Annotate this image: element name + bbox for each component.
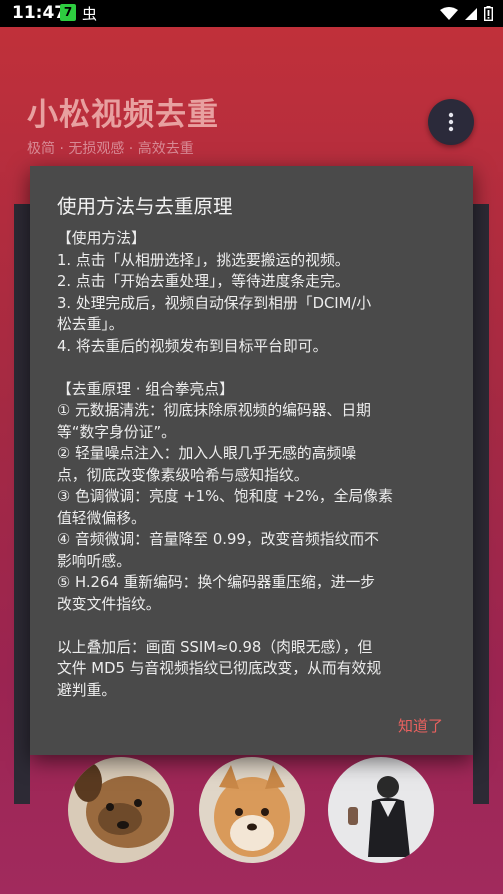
dialog-text-line: 2. 点击「开始去重处理」，等待进度条走完。 (57, 273, 350, 290)
status-bar: 11:47 7 虫 (0, 0, 503, 27)
status-icons (440, 6, 493, 21)
dialog-body: 【使用方法】 1. 点击「从相册选择」，挑选要搬运的视频。 2. 点击「开始去重处理… (57, 228, 449, 701)
person-photo-icon (328, 757, 434, 863)
more-vertical-icon (448, 112, 454, 132)
shiba-photo-icon (199, 757, 305, 863)
thumbnail-dog-2[interactable] (199, 757, 305, 863)
dog-photo-icon (68, 757, 174, 863)
dialog-text-line: 4. 将去重后的视频发布到目标平台即可。 (57, 337, 328, 355)
notification-glyph-icon: 虫 (82, 5, 98, 23)
notification-app-icon: 7 (60, 4, 76, 21)
dialog-text-line: 影响听感。 (57, 552, 131, 570)
dialog-spacer (57, 615, 449, 637)
dialog-text-line: 避判重。 (57, 681, 117, 699)
dialog-text-line: 等“数字身份证”。 (57, 423, 176, 441)
info-dialog: 使用方法与去重原理 【使用方法】 1. 点击「从相册选择」，挑选要搬运的视频。 2.… (30, 166, 473, 755)
more-options-button[interactable] (428, 99, 474, 145)
dialog-text-line: 松去重」。 (57, 316, 124, 333)
dialog-text-line: ③ 色调微调：亮度 +1%、饱和度 +2%，全局像素 (57, 488, 393, 505)
dialog-title: 使用方法与去重原理 (57, 195, 233, 218)
signal-icon (465, 7, 477, 20)
wifi-icon (440, 6, 458, 20)
dialog-text-line: ① 元数据清洗：彻底抹除原视频的编码器、日期 (57, 402, 371, 419)
app-subtitle: 极简 · 无损观感 · 高效去重 (27, 141, 194, 157)
dialog-text-line: 1. 点击「从相册选择」，挑选要搬运的视频。 (57, 251, 350, 269)
ok-button[interactable]: 知道了 (398, 715, 443, 736)
dialog-text-line: 点，彻底改变像素级哈希与感知指纹。 (57, 466, 309, 484)
dialog-text-line: 文件 MD5 与音视频指纹已彻底改变，从而有效规 (57, 660, 382, 677)
thumbnail-dog-1[interactable] (68, 757, 174, 863)
card-left-edge (14, 204, 30, 804)
dialog-text-line: ② 轻量噪点注入：加入人眼几乎无感的高频噪 (57, 445, 357, 462)
app-title: 小松视频去重 (27, 97, 219, 133)
thumbnail-person[interactable] (328, 757, 434, 863)
status-time: 11:47 (12, 3, 67, 23)
dialog-text-line: 【去重原理 · 组合拳亮点】 (57, 380, 234, 398)
dialog-text-line: 【使用方法】 (57, 230, 146, 247)
dialog-text-line: ⑤ H.264 重新编码：换个编码器重压缩，进一步 (57, 574, 376, 591)
dialog-text-line: 以上叠加后：画面 SSIM≈0.98（肉眼无感），但 (57, 638, 373, 656)
card-right-edge (473, 204, 489, 804)
dialog-text-line: 3. 处理完成后，视频自动保存到相册「DCIM/小 (57, 294, 372, 312)
dialog-text-line: ④ 音频微调：音量降至 0.99，改变音频指纹而不 (57, 531, 379, 548)
dialog-text-line: 改变文件指纹。 (57, 595, 161, 613)
battery-icon (484, 6, 493, 21)
dialog-spacer (57, 357, 449, 379)
dialog-text-line: 值轻微偏移。 (57, 509, 146, 527)
